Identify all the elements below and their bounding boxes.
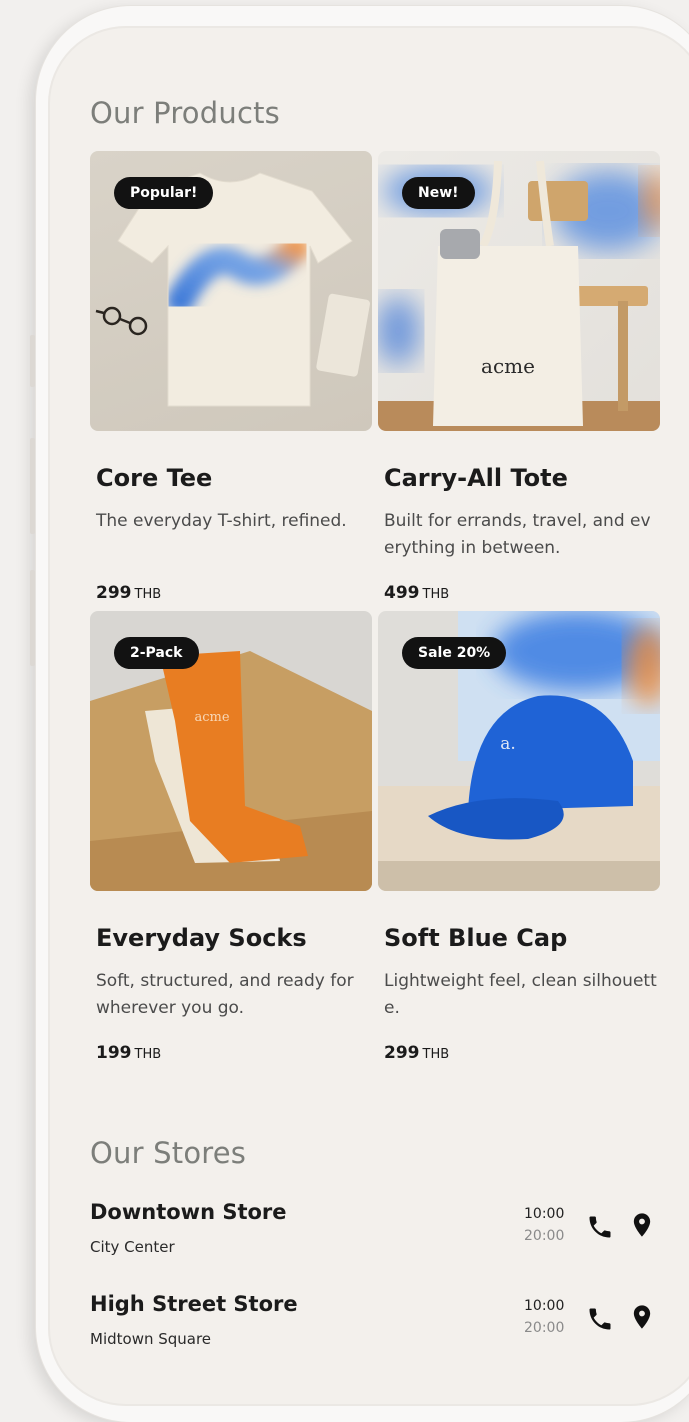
product-description: Soft, structured, and ready for wherever… [96, 971, 354, 1018]
price-currency: THB [422, 587, 450, 602]
product-name[interactable]: Soft Blue Cap [384, 924, 567, 952]
product-price: 299 THB [96, 583, 161, 603]
product-description: Lightweight feel, clean silhouette. [384, 971, 657, 1018]
price-value: 199 [96, 1043, 132, 1063]
phone-side-button [30, 438, 35, 534]
store-close-time: 20:00 [524, 1228, 565, 1244]
product-price: 299 THB [384, 1043, 449, 1063]
store-hours: 10:00 20:00 [524, 1203, 564, 1247]
product-image-everyday-socks[interactable]: acme 2-Pack [90, 611, 372, 891]
phone-screen: Our Products Popular! Core Tee The every… [48, 26, 689, 1406]
location-pin-icon[interactable] [628, 1303, 656, 1331]
store-open-time: 10:00 [524, 1298, 565, 1314]
store-close-time: 20:00 [524, 1320, 565, 1336]
product-name[interactable]: Carry-All Tote [384, 464, 568, 492]
store-name: Downtown Store [90, 1200, 287, 1224]
store-hours: 10:00 20:00 [524, 1295, 564, 1339]
store-name: High Street Store [90, 1292, 298, 1316]
product-badge: Sale 20% [402, 637, 507, 669]
price-value: 299 [96, 583, 132, 603]
product-description: Built for errands, travel, and everythin… [384, 511, 651, 558]
phone-side-button [30, 335, 35, 387]
phone-icon[interactable] [586, 1213, 614, 1241]
price-currency: THB [134, 587, 162, 602]
socks-brand-text: acme [194, 710, 229, 725]
product-price: 199 THB [96, 1043, 161, 1063]
price-value: 299 [384, 1043, 420, 1063]
product-name[interactable]: Core Tee [96, 464, 212, 492]
price-currency: THB [422, 1047, 450, 1062]
store-open-time: 10:00 [524, 1206, 565, 1222]
store-area: City Center [90, 1238, 175, 1256]
cap-brand-text: a. [500, 734, 516, 754]
product-badge: 2-Pack [114, 637, 199, 669]
phone-side-button [30, 570, 35, 666]
tote-brand-text: acme [481, 354, 535, 378]
phone-icon[interactable] [586, 1305, 614, 1333]
product-description: The everyday T-shirt, refined. [96, 511, 347, 531]
product-badge: New! [402, 177, 475, 209]
stores-section-title: Our Stores [90, 1136, 247, 1170]
product-image-core-tee[interactable]: Popular! [90, 151, 372, 431]
product-image-carry-all-tote[interactable]: acme New! [378, 151, 660, 431]
store-area: Midtown Square [90, 1330, 212, 1348]
location-pin-icon[interactable] [628, 1211, 656, 1239]
price-value: 499 [384, 583, 420, 603]
price-currency: THB [134, 1047, 162, 1062]
product-image-soft-blue-cap[interactable]: a. Sale 20% [378, 611, 660, 891]
products-section-title: Our Products [90, 96, 280, 130]
product-name[interactable]: Everyday Socks [96, 924, 307, 952]
product-price: 499 THB [384, 583, 449, 603]
product-badge: Popular! [114, 177, 214, 209]
